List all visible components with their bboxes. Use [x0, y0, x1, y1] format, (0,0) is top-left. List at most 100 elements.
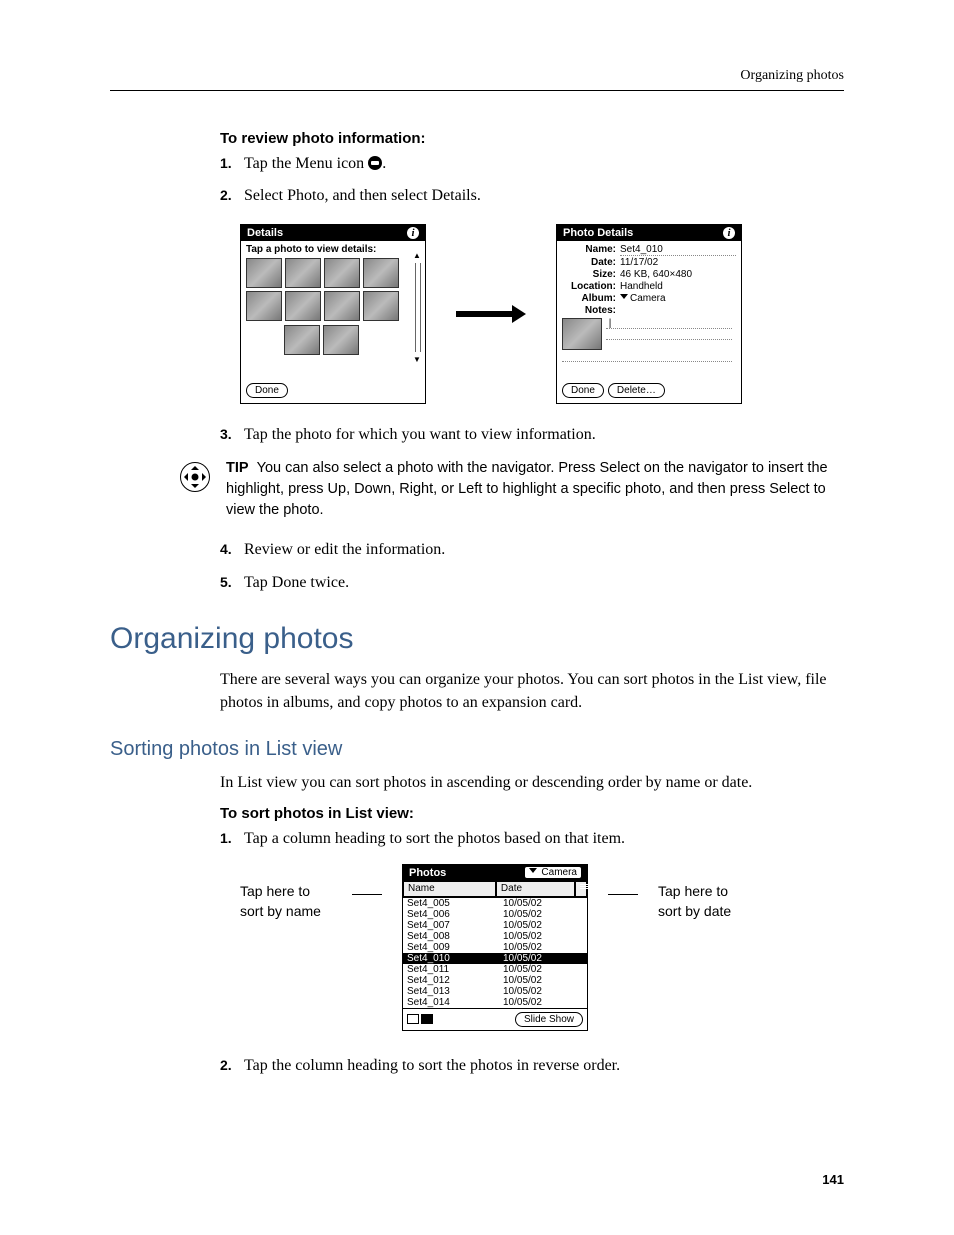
- step-number: 2.: [220, 185, 244, 207]
- notes-label: Notes:: [562, 305, 620, 316]
- step-text: Select Photo, and then select Details.: [244, 185, 844, 207]
- step-4: 4. Review or edit the information.: [220, 539, 844, 561]
- list-item[interactable]: Set4_00910/05/02: [403, 942, 587, 953]
- navigator-icon: [180, 462, 210, 492]
- menu-icon: [368, 156, 382, 170]
- size-value: 46 KB, 640×480: [620, 269, 736, 280]
- list-view-icon[interactable]: [421, 1014, 433, 1024]
- notes-line[interactable]: [606, 329, 732, 340]
- date-column-header[interactable]: Date: [496, 881, 575, 897]
- list-item[interactable]: Set4_01310/05/02: [403, 986, 587, 997]
- photo-thumbnail[interactable]: [285, 258, 321, 288]
- photo-details-title: Photo Details: [563, 227, 633, 239]
- photo-thumbnail[interactable]: [324, 258, 360, 288]
- callout-line: Tap here to: [658, 883, 728, 899]
- tip-block: TIP You can also select a photo with the…: [110, 458, 844, 521]
- name-label: Name:: [562, 244, 620, 256]
- thumbnail-grid-row2: [284, 325, 420, 355]
- step-number: 2.: [220, 1055, 244, 1077]
- list-rows: Set4_00510/05/02 Set4_00610/05/02 Set4_0…: [403, 898, 587, 1008]
- figure-list-view: Tap here to sort by name Photos Camera N…: [240, 864, 844, 1031]
- step-number: 5.: [220, 572, 244, 594]
- details-title: Details: [247, 227, 283, 239]
- step-5: 5. Tap Done twice.: [220, 572, 844, 594]
- menu-icon[interactable]: [575, 881, 587, 897]
- sort-procedure-heading: To sort photos in List view:: [220, 805, 844, 822]
- step-number: 1.: [220, 153, 244, 175]
- photo-thumbnail[interactable]: [246, 258, 282, 288]
- photo-thumbnail[interactable]: [363, 258, 399, 288]
- done-button[interactable]: Done: [246, 383, 288, 398]
- scrollbar[interactable]: [415, 263, 421, 352]
- slideshow-button[interactable]: Slide Show: [515, 1012, 583, 1027]
- tip-text: TIP You can also select a photo with the…: [226, 458, 844, 521]
- photo-details-titlebar: Photo Details i: [557, 225, 741, 241]
- callout-connector: [352, 894, 382, 895]
- info-icon: i: [407, 227, 419, 239]
- done-button[interactable]: Done: [562, 383, 604, 398]
- step-1-text: Tap the Menu icon: [244, 155, 368, 172]
- column-headers: Name Date: [403, 881, 587, 898]
- sort-step-2: 2. Tap the column heading to sort the ph…: [220, 1055, 844, 1077]
- photo-thumbnail[interactable]: [323, 325, 359, 355]
- page-number: 141: [822, 1172, 844, 1187]
- delete-button[interactable]: Delete…: [608, 383, 665, 398]
- step-text: Review or edit the information.: [244, 539, 844, 561]
- info-icon: i: [723, 227, 735, 239]
- album-dropdown[interactable]: Camera: [525, 867, 581, 878]
- grid-view-icon[interactable]: [407, 1014, 419, 1024]
- chevron-down-icon: [620, 294, 628, 299]
- list-item[interactable]: Set4_01110/05/02: [403, 964, 587, 975]
- photo-thumbnail[interactable]: [284, 325, 320, 355]
- thumbnail-grid: [246, 258, 420, 321]
- subsection-heading-sorting: Sorting photos in List view: [110, 738, 844, 761]
- photos-list-screen: Photos Camera Name Date Set4_00510/05/02…: [402, 864, 588, 1031]
- callout-sort-name: Tap here to sort by name: [240, 864, 350, 921]
- location-value: Handheld: [620, 281, 736, 292]
- name-value[interactable]: Set4_010: [620, 244, 736, 256]
- photo-thumbnail[interactable]: [285, 291, 321, 321]
- list-item[interactable]: Set4_00510/05/02: [403, 898, 587, 909]
- album-dropdown[interactable]: Camera: [620, 293, 736, 304]
- organizing-paragraph: There are several ways you can organize …: [220, 668, 844, 714]
- location-label: Location:: [562, 281, 620, 292]
- step-text: Tap Done twice.: [244, 572, 844, 594]
- album-name: Camera: [541, 867, 577, 878]
- list-item[interactable]: Set4_00710/05/02: [403, 920, 587, 931]
- list-item[interactable]: Set4_01210/05/02: [403, 975, 587, 986]
- date-value: 11/17/02: [620, 257, 736, 268]
- list-item[interactable]: Set4_00810/05/02: [403, 931, 587, 942]
- list-titlebar: Photos Camera: [403, 865, 587, 881]
- step-number: 1.: [220, 828, 244, 850]
- step-1: 1. Tap the Menu icon .: [220, 153, 844, 175]
- tip-body: You can also select a photo with the nav…: [226, 460, 828, 518]
- view-toggle: [407, 1014, 433, 1024]
- callout-line: sort by name: [240, 903, 321, 919]
- list-item[interactable]: Set4_00610/05/02: [403, 909, 587, 920]
- size-label: Size:: [562, 269, 620, 280]
- step-number: 4.: [220, 539, 244, 561]
- callout-line: sort by date: [658, 903, 731, 919]
- figure-details-screens: Details i Tap a photo to view details:: [240, 224, 844, 404]
- photo-thumbnail[interactable]: [363, 291, 399, 321]
- step-text: Tap the column heading to sort the photo…: [244, 1055, 844, 1077]
- callout-line: Tap here to: [240, 883, 310, 899]
- list-item-selected[interactable]: Set4_01010/05/02: [403, 953, 587, 964]
- step-2: 2. Select Photo, and then select Details…: [220, 185, 844, 207]
- notes-line[interactable]: [562, 350, 732, 362]
- step-number: 3.: [220, 424, 244, 446]
- step-text: Tap the photo for which you want to view…: [244, 424, 844, 446]
- photo-thumbnail[interactable]: [324, 291, 360, 321]
- list-title: Photos: [409, 867, 446, 879]
- photo-details-screen: Photo Details i Name:Set4_010 Date:11/17…: [556, 224, 742, 404]
- callout-connector: [608, 894, 638, 895]
- list-item[interactable]: Set4_01410/05/02: [403, 997, 587, 1008]
- step-1-text-after: .: [382, 155, 386, 172]
- details-subhead: Tap a photo to view details:: [246, 244, 420, 255]
- notes-line[interactable]: |: [606, 318, 732, 329]
- details-screen: Details i Tap a photo to view details:: [240, 224, 426, 404]
- name-column-header[interactable]: Name: [403, 881, 496, 897]
- details-titlebar: Details i: [241, 225, 425, 241]
- chevron-down-icon: [529, 868, 537, 873]
- photo-thumbnail[interactable]: [246, 291, 282, 321]
